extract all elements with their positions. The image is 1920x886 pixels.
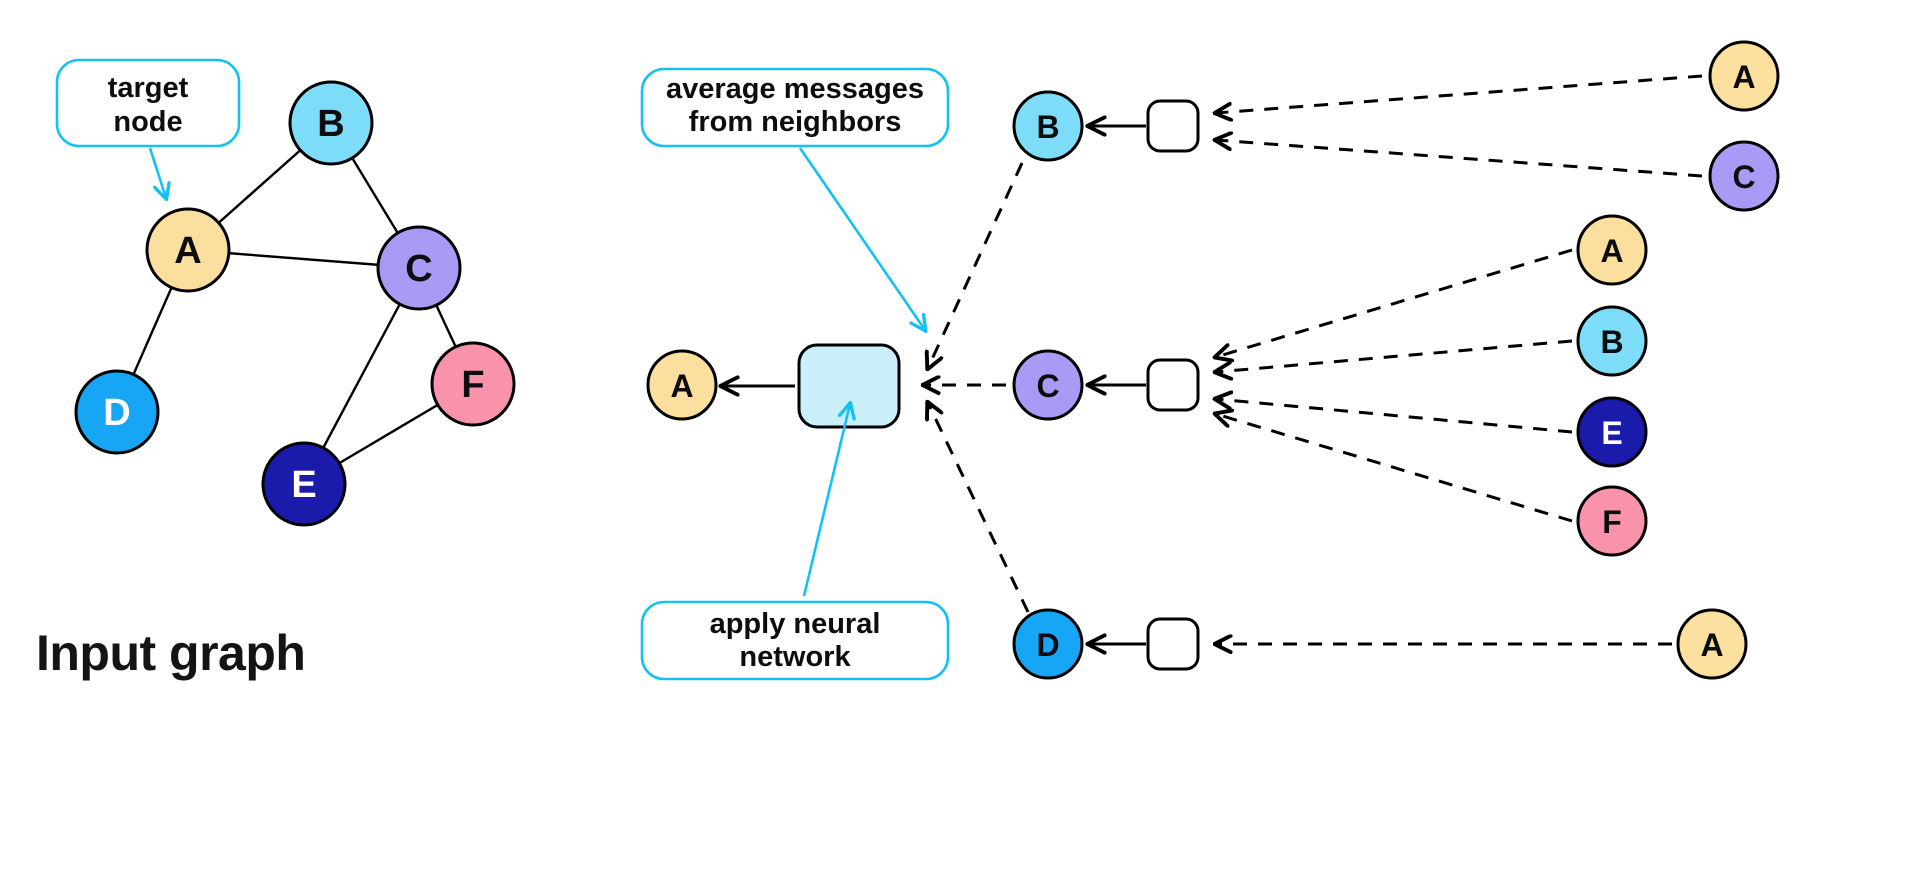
layer-c-node[interactable]: C <box>1012 349 1084 421</box>
layer-b: B A C <box>1012 40 1780 212</box>
node-d-label: D <box>103 392 130 434</box>
layer-b-source-c[interactable]: C <box>1708 140 1780 212</box>
layer-c-source-b-label: B <box>1600 324 1623 360</box>
node-c-label: C <box>405 248 432 290</box>
input-node-c[interactable]: C <box>376 225 462 311</box>
dashed-arrow-b-to-main <box>928 162 1024 368</box>
layer-d-source-a[interactable]: A <box>1676 608 1748 680</box>
layer-c-aggregation-box[interactable] <box>1146 358 1200 412</box>
target-node-callout: target node <box>55 58 241 198</box>
main-aggregation-box[interactable] <box>797 343 901 429</box>
layer-b-source-a[interactable]: A <box>1708 40 1780 112</box>
layer-c-node-label: C <box>1036 368 1059 404</box>
layer-b-source-c-label: C <box>1732 159 1755 195</box>
average-messages-callout-line1: average messages <box>666 73 924 105</box>
layer-b-node[interactable]: B <box>1012 90 1084 162</box>
layer-b-source-a-label: A <box>1732 59 1755 95</box>
input-node-b[interactable]: B <box>288 80 374 166</box>
apply-neural-network-callout-pointer <box>802 404 850 597</box>
dashed-arrow-source-e-to-layer-c <box>1216 399 1573 434</box>
input-node-f[interactable]: F <box>430 341 516 427</box>
layer-d-aggregation-box[interactable] <box>1146 617 1200 671</box>
layer-c-source-f[interactable]: F <box>1576 485 1648 557</box>
input-graph-panel: A B C D E F target node Input graph <box>36 58 516 681</box>
input-node-e[interactable]: E <box>261 441 347 527</box>
output-node-a[interactable]: A <box>646 349 718 421</box>
layer-d-source-a-label: A <box>1700 627 1723 663</box>
dashed-arrow-d-to-main <box>928 403 1030 613</box>
layer-b-node-label: B <box>1036 109 1059 145</box>
layer-b-aggregation-box[interactable] <box>1146 99 1200 153</box>
node-b-label: B <box>317 103 344 145</box>
gnn-computation-diagram: A B C D E F target node Input graph A B … <box>36 40 1780 681</box>
target-node-callout-line1: target <box>108 72 189 104</box>
apply-neural-network-callout-line1: apply neural <box>710 608 881 640</box>
layer-c-source-a[interactable]: A <box>1576 214 1648 286</box>
apply-neural-network-callout-line2: network <box>739 641 851 673</box>
dashed-arrow-source-f-to-layer-c <box>1216 414 1573 523</box>
aggregation-fan-in <box>924 162 1030 613</box>
output-node-a-label: A <box>670 368 693 404</box>
target-node-callout-line2: node <box>113 106 182 138</box>
layer-c-source-f-label: F <box>1602 504 1622 540</box>
target-node-callout-pointer <box>148 147 166 198</box>
layer-c-source-b[interactable]: B <box>1576 305 1648 377</box>
average-messages-callout: average messages from neighbors <box>640 67 950 330</box>
average-messages-callout-line2: from neighbors <box>689 106 902 138</box>
input-graph-title: Input graph <box>36 625 305 681</box>
computation-graph-panel: A B A C C A B E F D A average messages f… <box>640 40 1780 681</box>
layer-c-source-e[interactable]: E <box>1576 396 1648 468</box>
apply-neural-network-callout: apply neural network <box>640 404 950 681</box>
dashed-arrow-source-c-to-layer-b <box>1216 140 1703 178</box>
layer-c-source-e-label: E <box>1601 415 1622 451</box>
main-aggregation-box-rect[interactable] <box>797 343 901 429</box>
average-messages-callout-pointer <box>798 147 925 330</box>
input-node-d[interactable]: D <box>74 369 160 455</box>
layer-d-node-label: D <box>1036 627 1059 663</box>
node-e-label: E <box>291 464 316 506</box>
dashed-arrow-source-b-to-layer-c <box>1216 339 1573 372</box>
dashed-arrow-source-a-to-layer-c <box>1216 248 1573 357</box>
layer-c: C A B E F <box>1012 214 1648 557</box>
dashed-arrow-source-a-to-layer-b <box>1216 74 1703 113</box>
node-f-label: F <box>461 364 484 406</box>
layer-d: D A <box>1012 608 1748 680</box>
input-node-a[interactable]: A <box>145 207 231 293</box>
layer-d-node[interactable]: D <box>1012 608 1084 680</box>
node-a-label: A <box>174 230 201 272</box>
diagram-root: A B C D E F target node Input graph A B … <box>0 0 1920 886</box>
layer-c-source-a-label: A <box>1600 233 1623 269</box>
